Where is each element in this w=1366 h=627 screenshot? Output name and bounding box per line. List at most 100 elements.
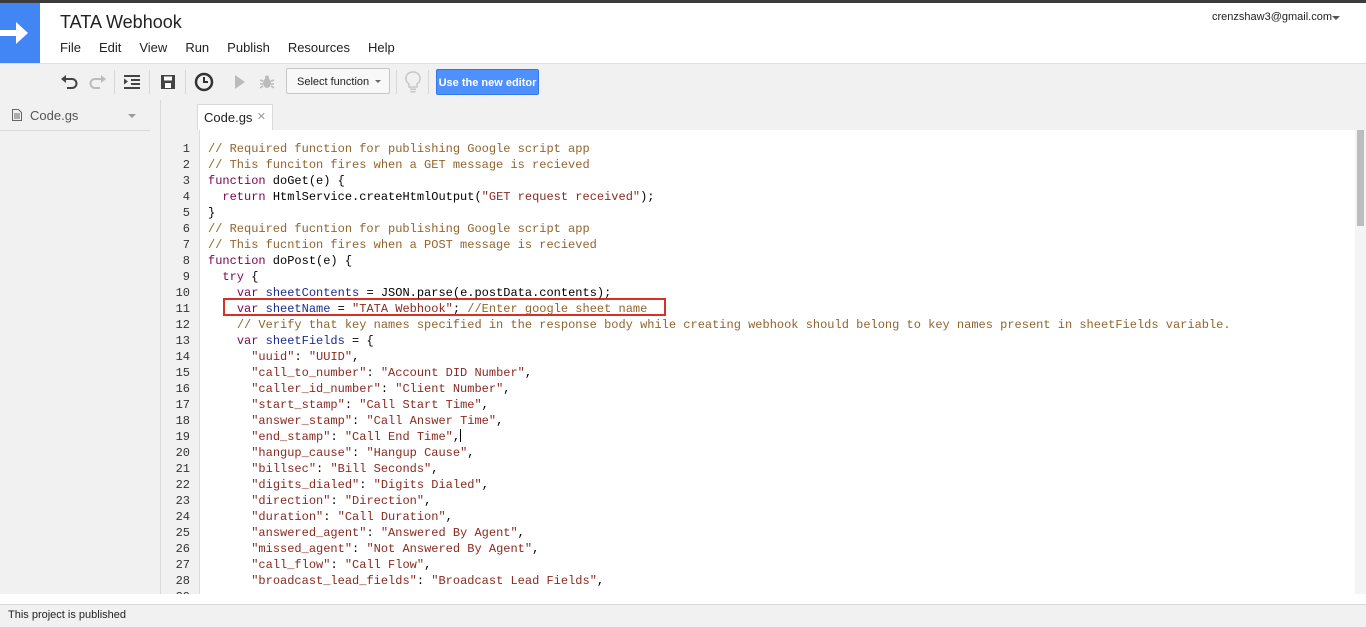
undo-icon xyxy=(61,75,78,89)
run-icon xyxy=(235,75,245,89)
line-number: 10 xyxy=(175,286,190,300)
arrow-right-icon xyxy=(0,22,28,44)
code-line[interactable]: "digits_dialed": "Digits Dialed", xyxy=(208,477,489,493)
code-line[interactable]: "answered_agent": "Answered By Agent", xyxy=(208,525,525,541)
select-function-dropdown[interactable]: Select function xyxy=(286,68,390,94)
execution-hints-button[interactable] xyxy=(401,70,425,94)
code-token: : xyxy=(330,430,345,444)
code-line[interactable]: "hangup_cause": "Hangup Cause", xyxy=(208,445,474,461)
tab-code-gs[interactable]: Code.gs ✕ xyxy=(197,104,273,131)
code-token: : xyxy=(294,350,309,364)
code-token: sheetName xyxy=(265,302,331,316)
code-line[interactable]: function doGet(e) { xyxy=(208,173,345,189)
menu-publish[interactable]: Publish xyxy=(218,39,279,57)
toolbar-divider xyxy=(185,70,186,94)
status-text: This project is published xyxy=(8,609,127,621)
code-line[interactable]: return HtmlService.createHtmlOutput("GET… xyxy=(208,189,655,205)
code-token: "digits_dialed" xyxy=(251,478,360,492)
editor-tab-bar: Code.gs ✕ xyxy=(161,100,1366,131)
menu-edit[interactable]: Edit xyxy=(90,39,130,57)
debug-button[interactable] xyxy=(255,70,279,94)
account-caret-icon[interactable] xyxy=(1332,16,1340,20)
file-item-code-gs[interactable]: Code.gs xyxy=(0,100,150,131)
code-line[interactable]: "call_to_number": "Account DID Number", xyxy=(208,365,532,381)
project-title[interactable]: TATA Webhook xyxy=(60,12,182,33)
menu-help[interactable]: Help xyxy=(359,39,404,57)
indent-button[interactable] xyxy=(120,70,144,94)
code-token: "Direction" xyxy=(344,494,425,508)
code-token: "Call Flow" xyxy=(344,558,425,572)
undo-button[interactable] xyxy=(58,70,82,94)
code-token: , xyxy=(481,398,489,412)
code-line[interactable]: "billsec": "Bill Seconds", xyxy=(208,461,438,477)
code-token: sheetFields xyxy=(265,334,345,348)
close-icon[interactable]: ✕ xyxy=(257,110,266,123)
code-line[interactable]: "caller_id_number": "Client Number", xyxy=(208,381,510,397)
code-token: : xyxy=(323,510,338,524)
code-line[interactable]: var sheetFields = { xyxy=(208,333,374,349)
code-token: "Call End Time" xyxy=(344,430,453,444)
code-line[interactable]: var sheetName = "TATA Webhook"; //Enter … xyxy=(208,301,648,317)
file-name: Code.gs xyxy=(30,108,79,123)
code-line[interactable]: } xyxy=(208,205,215,221)
menu-file[interactable]: File xyxy=(51,39,90,57)
code-line[interactable]: "broadcast_lead_fields": "Broadcast Lead… xyxy=(208,573,604,589)
triggers-button[interactable] xyxy=(192,70,216,94)
code-token: doPost(e) { xyxy=(265,254,353,268)
code-line[interactable]: "direction": "Direction", xyxy=(208,493,431,509)
code-line[interactable]: "end_stamp": "Call End Time", xyxy=(208,429,462,445)
run-button[interactable] xyxy=(228,70,252,94)
code-token: "TATA Webhook" xyxy=(352,302,453,316)
code-line[interactable]: // This funciton fires when a GET messag… xyxy=(208,157,590,173)
code-line[interactable]: // Verify that key names specified in th… xyxy=(208,317,1231,333)
code-line[interactable]: "call_flow": "Call Flow", xyxy=(208,557,431,573)
scrollbar-thumb[interactable] xyxy=(1357,130,1364,226)
file-menu-caret-icon[interactable] xyxy=(128,114,136,118)
menu-resources[interactable]: Resources xyxy=(279,39,359,57)
redo-icon xyxy=(89,75,106,89)
code-token: "caller_id_number" xyxy=(251,382,381,396)
editor-vertical-scrollbar[interactable] xyxy=(1355,130,1366,594)
code-line[interactable]: // Required function for publishing Goog… xyxy=(208,141,590,157)
apps-script-logo[interactable] xyxy=(0,3,40,63)
menu-view[interactable]: View xyxy=(130,39,176,57)
account-email[interactable]: crenzshaw3@gmail.com xyxy=(1212,11,1332,23)
code-token: { xyxy=(244,270,259,284)
code-token: "answer_stamp" xyxy=(251,414,353,428)
line-number: 17 xyxy=(175,398,190,412)
code-line[interactable]: "uuid": "UUID", xyxy=(208,349,359,365)
code-line[interactable]: // This fucntion fires when a POST messa… xyxy=(208,237,597,253)
select-function-label: Select function xyxy=(297,76,370,88)
code-line[interactable]: "duration": "Call Duration", xyxy=(208,509,453,525)
save-button[interactable] xyxy=(156,70,180,94)
code-line[interactable]: "start_stamp": "Call Start Time", xyxy=(208,397,489,413)
code-token: // Required fucntion for publishing Goog… xyxy=(208,222,590,236)
code-token: , xyxy=(596,574,605,588)
code-editor[interactable]: // Required function for publishing Goog… xyxy=(200,130,1354,594)
code-line[interactable]: try { xyxy=(208,269,258,285)
code-line[interactable]: "answer_stamp": "Call Answer Time", xyxy=(208,413,503,429)
code-line[interactable]: var sheetContents = JSON.parse(e.postDat… xyxy=(208,285,611,301)
line-number: 22 xyxy=(175,478,190,492)
code-line[interactable]: // Required fucntion for publishing Goog… xyxy=(208,221,590,237)
line-number: 26 xyxy=(175,542,190,556)
line-number-gutter: 1 2 3 4 5 6 7 8 9 10 11 12 13 14 15 16 17 18 19 20 21 22 23 24 2… xyxy=(161,130,200,594)
code-line[interactable]: function doPost(e) { xyxy=(208,253,352,269)
redo-button[interactable] xyxy=(85,70,109,94)
toolbar-divider xyxy=(396,70,397,94)
toolbar-divider xyxy=(149,70,150,94)
use-new-editor-button[interactable]: Use the new editor xyxy=(436,69,539,95)
menu-run[interactable]: Run xyxy=(176,39,218,57)
code-line[interactable]: "missed_agent": "Not Answered By Agent", xyxy=(208,541,539,557)
code-token: : xyxy=(366,366,381,380)
line-number: 3 xyxy=(182,174,190,188)
code-token: ); xyxy=(640,190,655,204)
